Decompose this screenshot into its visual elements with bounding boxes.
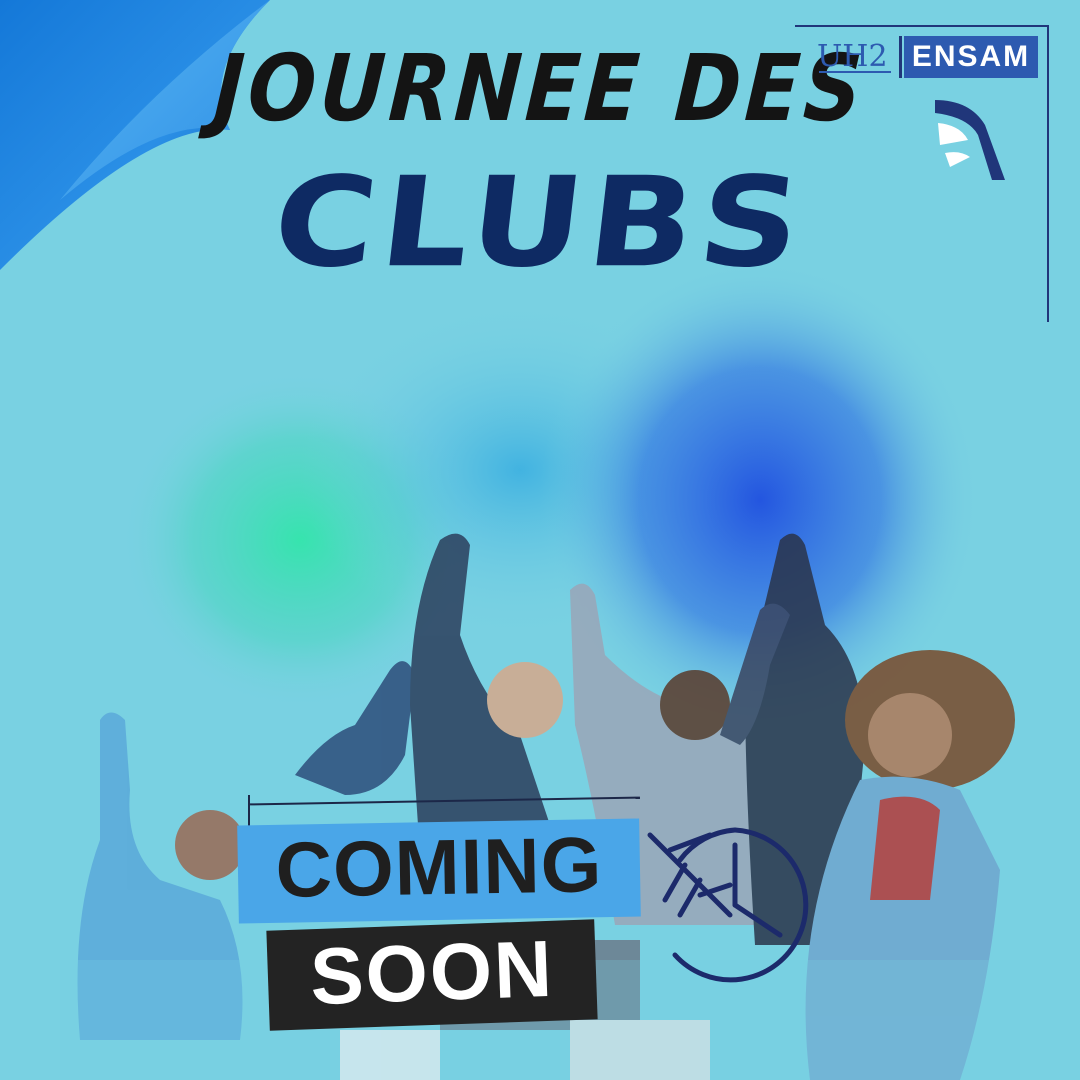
soon-text: SOON <box>308 923 556 1022</box>
ensam-logo: ENSAM <box>904 36 1038 78</box>
coming-text: COMING <box>274 820 604 914</box>
clock-with-plane-icon <box>647 827 809 983</box>
logo-divider <box>899 36 902 78</box>
poster: JOURNEE DES CLUBS UH2 ENSAM COMING SOON <box>0 0 1080 1080</box>
university-logo-icon: UH2 <box>817 39 891 74</box>
ensam-emblem-icon <box>935 100 1005 180</box>
university-mark-text: UH2 <box>817 39 888 74</box>
